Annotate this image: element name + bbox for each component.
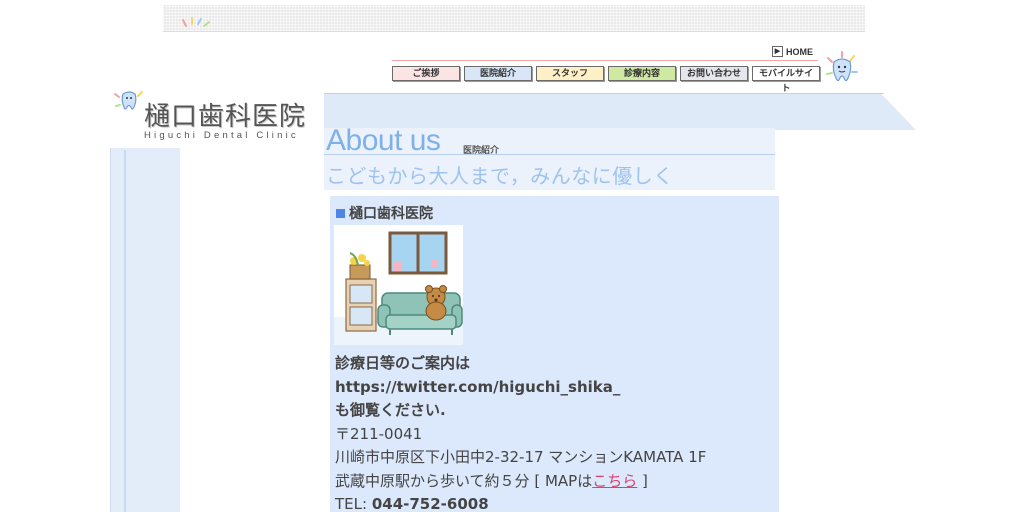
square-bullet-icon — [336, 208, 345, 218]
access-info: 武蔵中原駅から歩いて約５分 [ MAPはこちら ] — [335, 470, 706, 494]
main-nav: ご挨拶 医院紹介 スタッフ 診療内容 お問い合わせ モバイルサイト — [392, 66, 820, 94]
page-title: About us — [326, 124, 441, 157]
chevron-right-icon: ▶ — [772, 46, 783, 57]
page-tagline: こどもから大人まで，みんなに優しく — [326, 164, 674, 188]
nav-button-2[interactable]: 医院紹介 — [464, 66, 532, 81]
nav-button-4[interactable]: 診療内容 — [608, 66, 676, 81]
clinic-heading-label: 樋口歯科医院 — [349, 206, 433, 222]
waiting-room-illustration — [334, 225, 463, 345]
info-line-3: も御覧ください. — [335, 401, 446, 419]
tooth-mascot-icon — [826, 51, 858, 82]
nav-button-5[interactable]: お問い合わせ — [680, 66, 748, 81]
nav-button-1[interactable]: ご挨拶 — [392, 66, 460, 81]
twitter-url: https://twitter.com/higuchi_shika_ — [335, 377, 621, 396]
tel-label: TEL: — [335, 495, 372, 513]
info-line-1: 診療日等のご案内は — [335, 354, 471, 372]
tooth-logo-icon — [114, 91, 143, 110]
phone: TEL: 044-752-6008 — [335, 493, 706, 517]
clinic-heading: 樋口歯科医院 — [336, 203, 433, 223]
map-link[interactable]: こちら — [592, 472, 637, 490]
clinic-info: 診療日等のご案内は https://twitter.com/higuchi_sh… — [335, 352, 706, 517]
address: 川崎市中原区下小田中2-32-17 マンションKAMATA 1F — [335, 448, 707, 466]
left-sidebar-column — [110, 148, 180, 512]
left-sidebar-border — [110, 148, 111, 512]
nav-button-3[interactable]: スタッフ — [536, 66, 604, 81]
nav-divider — [392, 60, 818, 61]
sparkle-decoration-icon — [182, 17, 210, 27]
postal-code: 〒211-0041 — [335, 424, 423, 443]
tel-number: 044-752-6008 — [371, 495, 489, 513]
left-sidebar-stripe — [124, 150, 126, 512]
logo-subtitle: Higuchi Dental Clinic — [144, 130, 299, 141]
access-suffix: ] — [637, 471, 648, 490]
header-band-line — [324, 93, 884, 94]
access-prefix: 武蔵中原駅から歩いて約５分 [ MAPは — [335, 471, 593, 490]
nav-button-6[interactable]: モバイルサイト — [752, 66, 820, 94]
logo-title: 樋口歯科医院 — [144, 102, 307, 132]
home-link-label: HOME — [786, 46, 813, 57]
top-pattern-bar — [163, 5, 865, 32]
home-link[interactable]: ▶ HOME — [772, 46, 813, 57]
title-rule — [324, 154, 775, 155]
